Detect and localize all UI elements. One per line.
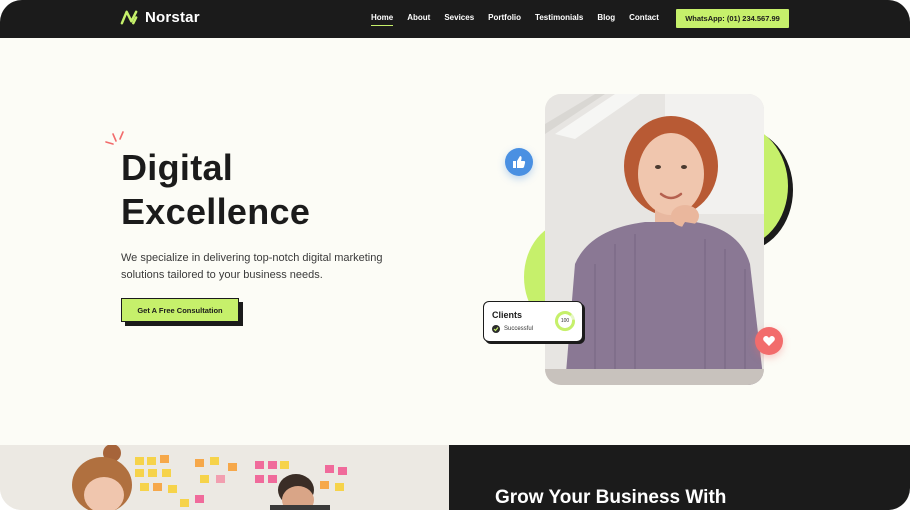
whatsapp-button[interactable]: WhatsApp: (01) 234.567.99	[676, 9, 789, 28]
nav-link-home[interactable]: Home	[371, 13, 394, 26]
nav-link-about[interactable]: About	[407, 13, 430, 22]
ring-value: 100	[560, 318, 570, 324]
top-navbar: Norstar Home About Sevices Portfolio Tes…	[0, 0, 910, 38]
office-team-illustration	[0, 445, 449, 510]
clients-title: Clients	[492, 310, 523, 320]
like-badge[interactable]	[505, 148, 533, 176]
clients-status: Successful	[492, 325, 533, 333]
nav-link-services[interactable]: Sevices	[444, 13, 474, 22]
nav-link-testimonials[interactable]: Testimonials	[535, 13, 583, 22]
clients-card: Clients Successful 100	[483, 301, 583, 342]
logo[interactable]: Norstar	[120, 8, 200, 27]
office-photo	[0, 445, 449, 510]
clients-status-text: Successful	[504, 326, 534, 332]
heart-badge[interactable]	[755, 327, 783, 355]
nav-link-blog[interactable]: Blog	[597, 13, 615, 22]
page-frame: Norstar Home About Sevices Portfolio Tes…	[0, 0, 910, 510]
nav-links: Home About Sevices Portfolio Testimonial…	[371, 13, 673, 26]
free-consultation-button[interactable]: Get A Free Consultation	[121, 298, 239, 322]
heart-icon	[763, 336, 775, 346]
brand-name: Norstar	[145, 9, 200, 26]
nav-link-contact[interactable]: Contact	[629, 13, 659, 22]
section-heading: Grow Your Business With	[495, 487, 727, 508]
hero-title: Digital Excellence	[121, 147, 311, 232]
hero-description: We specialize in delivering top-notch di…	[121, 252, 383, 281]
logo-mark-icon	[120, 10, 138, 25]
check-icon	[492, 325, 500, 333]
nav-link-portfolio[interactable]: Portfolio	[488, 13, 521, 22]
thumbs-up-icon	[513, 156, 526, 168]
